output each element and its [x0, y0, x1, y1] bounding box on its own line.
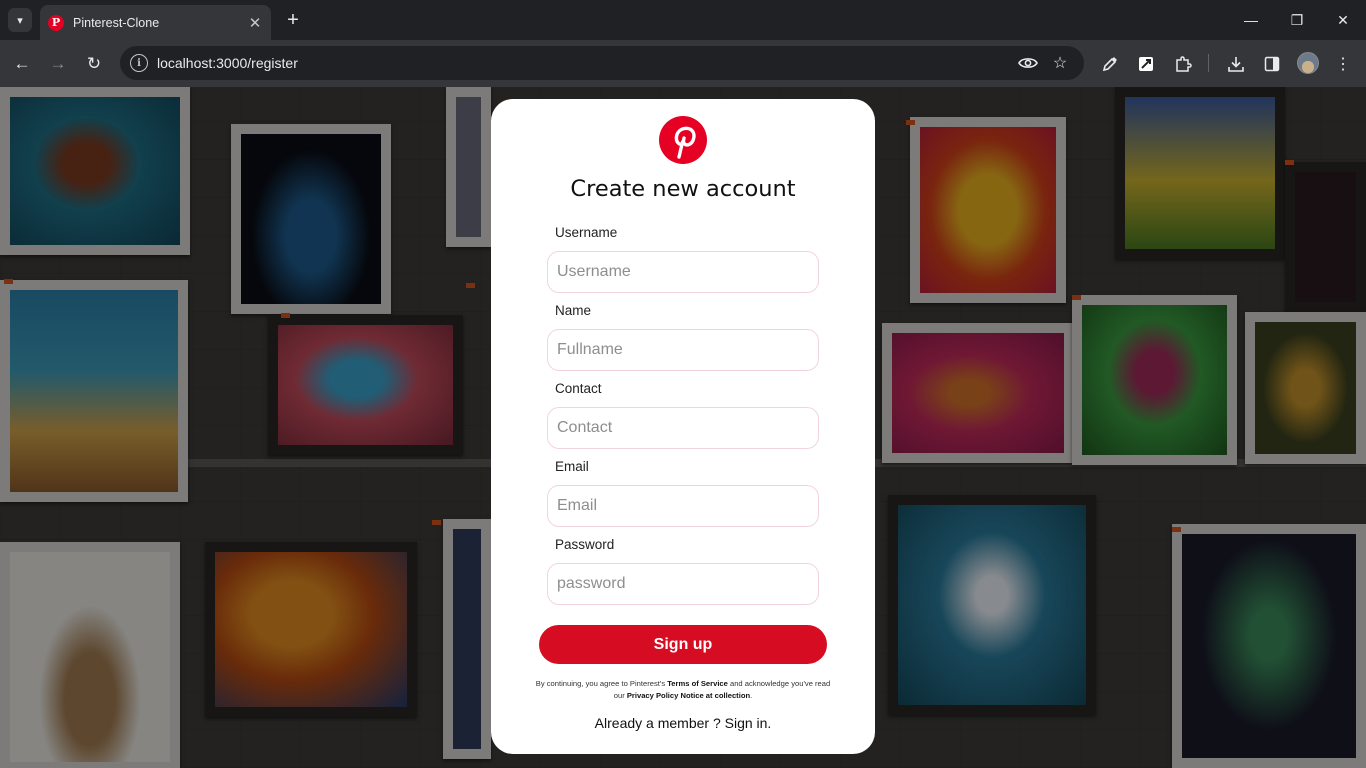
password-label: Password — [555, 537, 615, 552]
browser-tab-bar: ▾ P Pinterest-Clone ✕ + — ❐ ✕ — [0, 0, 1366, 40]
fullname-input[interactable] — [547, 329, 819, 371]
forward-arrow-icon[interactable]: → — [46, 52, 70, 76]
terms-text-1: By continuing, you agree to Pinterest's — [535, 679, 668, 688]
password-input[interactable] — [547, 563, 819, 605]
tab-close-icon[interactable]: ✕ — [247, 14, 263, 32]
terms-of-service-link[interactable]: Terms of Service — [667, 679, 728, 688]
contact-label: Contact — [555, 381, 602, 396]
minimize-button[interactable]: — — [1228, 0, 1274, 40]
pinterest-favicon-icon: P — [48, 14, 64, 31]
restore-button[interactable]: ❐ — [1274, 0, 1320, 40]
tab-title: Pinterest-Clone — [73, 15, 160, 30]
bookmark-star-icon[interactable]: ☆ — [1050, 53, 1070, 73]
register-card: Create new account Username Name Contact… — [491, 99, 875, 754]
eye-icon[interactable] — [1018, 53, 1038, 73]
close-window-button[interactable]: ✕ — [1320, 0, 1366, 40]
url-text[interactable]: localhost:3000/register — [157, 55, 298, 71]
signin-link[interactable]: Already a member ? Sign in. — [491, 715, 875, 731]
side-panel-icon[interactable] — [1261, 53, 1283, 75]
email-label: Email — [555, 459, 589, 474]
new-tab-button[interactable]: + — [282, 9, 304, 31]
reload-icon[interactable]: ↻ — [82, 52, 106, 76]
username-label: Username — [555, 225, 618, 240]
extension-icon[interactable] — [1135, 53, 1157, 75]
site-info-icon[interactable]: i — [130, 54, 148, 72]
browser-toolbar: ← → ↻ i localhost:3000/register ☆ ⋮ — [0, 40, 1366, 87]
download-icon[interactable] — [1225, 53, 1247, 75]
name-label: Name — [555, 303, 592, 318]
kebab-menu-icon[interactable]: ⋮ — [1332, 53, 1354, 75]
tab-search-chevron-down-icon[interactable]: ▾ — [8, 8, 32, 32]
privacy-policy-link[interactable]: Privacy Policy Notice at collection — [627, 691, 750, 700]
address-bar[interactable]: i localhost:3000/register ☆ — [120, 46, 1084, 80]
contact-input[interactable] — [547, 407, 819, 449]
pinterest-logo-icon — [659, 116, 707, 164]
eyedropper-icon[interactable] — [1099, 53, 1121, 75]
signup-button[interactable]: Sign up — [539, 625, 827, 664]
terms-text-3: . — [750, 690, 753, 700]
terms-notice: By continuing, you agree to Pinterest's … — [531, 678, 835, 701]
page-title: Create new account — [570, 176, 796, 202]
back-arrow-icon[interactable]: ← — [10, 52, 34, 76]
browser-tab[interactable]: P Pinterest-Clone ✕ — [40, 5, 271, 40]
toolbar-divider — [1208, 54, 1209, 72]
email-input[interactable] — [547, 485, 819, 527]
username-input[interactable] — [547, 251, 819, 293]
avatar[interactable] — [1297, 52, 1319, 74]
puzzle-icon[interactable] — [1172, 53, 1194, 75]
